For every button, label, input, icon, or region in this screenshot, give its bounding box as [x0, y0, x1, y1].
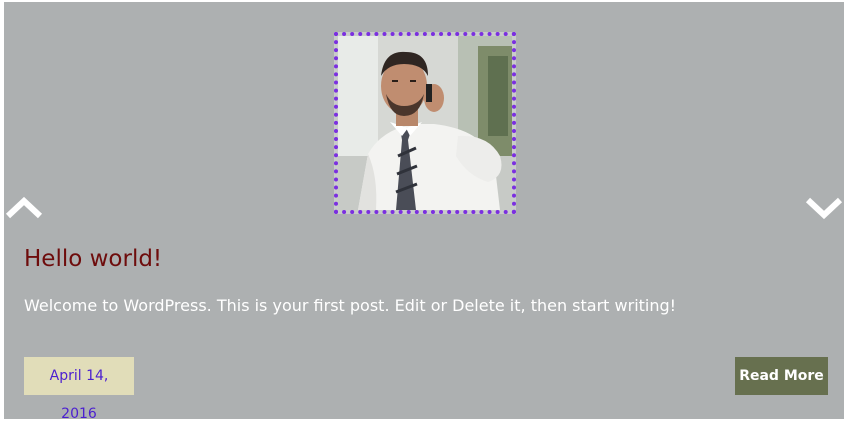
post-excerpt: Welcome to WordPress. This is your first…: [24, 296, 677, 315]
chevron-up-icon[interactable]: [4, 194, 44, 220]
man-on-phone-image: [338, 36, 512, 210]
read-more-button[interactable]: Read More: [735, 357, 828, 395]
post-title[interactable]: Hello world!: [24, 246, 162, 272]
post-slider: Hello world! Welcome to WordPress. This …: [4, 2, 844, 422]
post-date-badge: April 14, 2016: [24, 357, 134, 422]
post-thumbnail[interactable]: [334, 32, 516, 214]
chevron-down-icon[interactable]: [804, 194, 844, 220]
